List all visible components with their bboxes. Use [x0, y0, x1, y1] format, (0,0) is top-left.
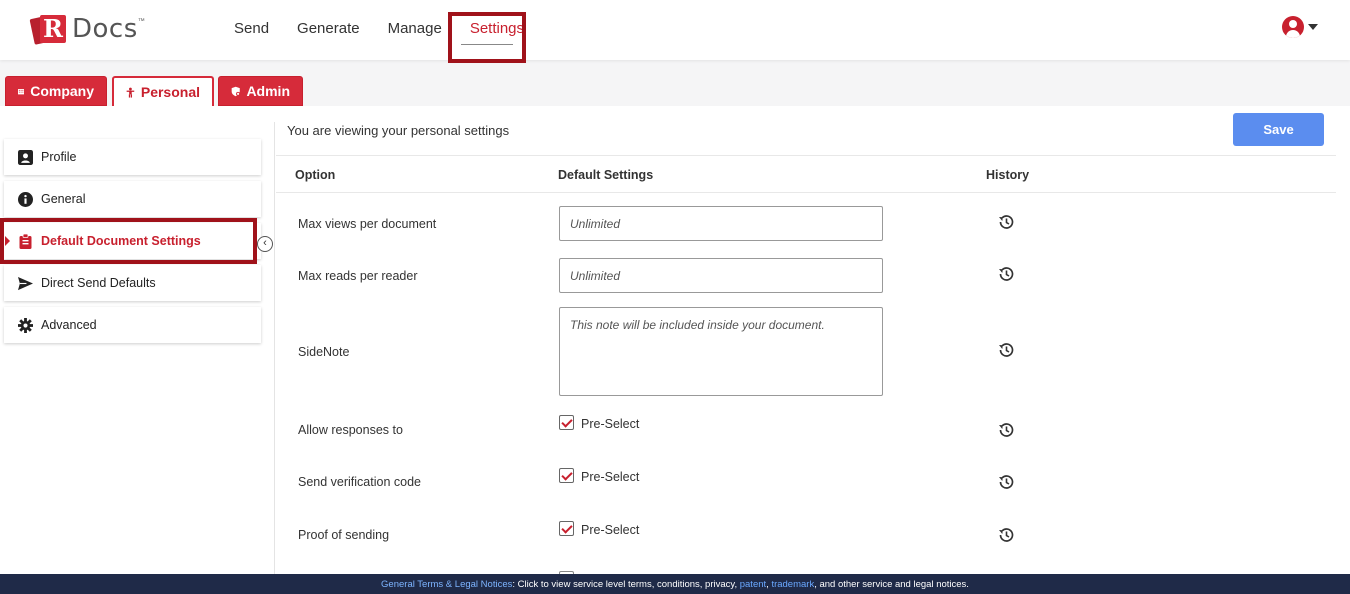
footer-text-end: , and other service and legal notices.: [814, 579, 969, 590]
option-label-allow-responses: Allow responses to: [298, 423, 403, 437]
legal-notices-link[interactable]: General Terms & Legal Notices: [381, 579, 512, 590]
legal-footer: General Terms & Legal Notices: Click to …: [0, 574, 1350, 594]
column-header-option: Option: [295, 168, 336, 182]
option-label-sidenote: SideNote: [298, 345, 350, 359]
table-header-divider: [276, 192, 1336, 193]
sidebar-item-general[interactable]: General: [4, 181, 261, 217]
header-divider: [276, 155, 1336, 156]
person-icon: [126, 87, 135, 98]
paper-plane-icon: [18, 276, 33, 290]
preselect-label: Pre-Select: [581, 470, 640, 484]
tab-company-label: Company: [30, 83, 94, 99]
history-icon[interactable]: [997, 473, 1015, 491]
tab-admin[interactable]: Admin: [218, 76, 303, 106]
sidebar-item-label: Default Document Settings: [41, 234, 201, 248]
logo-text: Docs: [72, 14, 138, 44]
logo-trademark: ™: [137, 18, 145, 25]
trademark-link[interactable]: trademark: [771, 579, 814, 590]
option-label-send-verification: Send verification code: [298, 475, 421, 489]
nav-manage[interactable]: Manage: [374, 0, 456, 60]
proof-of-sending-checkbox[interactable]: [559, 521, 574, 536]
allow-responses-checkbox[interactable]: [559, 415, 574, 430]
clipboard-icon: [19, 233, 32, 249]
save-button[interactable]: Save: [1233, 113, 1324, 146]
sidebar-item-label: Profile: [41, 150, 77, 164]
rdocs-logo[interactable]: R Docs ™: [29, 12, 145, 46]
preselect-label: Pre-Select: [581, 417, 640, 431]
gear-icon: [18, 317, 33, 333]
active-item-marker: [5, 236, 10, 246]
sidebar-item-label: General: [41, 192, 86, 206]
tab-personal-label: Personal: [140, 84, 200, 100]
id-card-icon: [18, 149, 33, 165]
tab-personal[interactable]: Personal: [112, 76, 214, 106]
max-reads-input[interactable]: [559, 258, 883, 293]
sidebar-item-direct-send-defaults[interactable]: Direct Send Defaults: [4, 265, 261, 301]
history-icon[interactable]: [997, 213, 1015, 231]
sidebar-item-advanced[interactable]: Advanced: [4, 307, 261, 343]
send-verification-checkbox[interactable]: [559, 468, 574, 483]
nav-send[interactable]: Send: [220, 0, 283, 60]
tab-company[interactable]: Company: [5, 76, 107, 106]
tab-admin-label: Admin: [246, 83, 290, 99]
option-label-max-reads: Max reads per reader: [298, 269, 418, 283]
sidebar-item-profile[interactable]: Profile: [4, 139, 261, 175]
patent-link[interactable]: patent: [740, 579, 766, 590]
collapse-sidebar-icon[interactable]: ‹: [257, 236, 273, 252]
sidebar-item-label: Advanced: [41, 318, 97, 332]
history-icon[interactable]: [997, 265, 1015, 283]
history-icon[interactable]: [997, 526, 1015, 544]
column-header-history: History: [986, 168, 1030, 182]
top-bar: R Docs ™ Send Generate Manage Settings: [0, 0, 1350, 60]
footer-text: : Click to view service level terms, con…: [512, 579, 740, 590]
sidebar-item-label: Direct Send Defaults: [41, 276, 156, 290]
column-header-default-settings: Default Settings: [558, 168, 654, 182]
sidebar-divider: [274, 122, 275, 574]
user-menu[interactable]: [1282, 16, 1318, 38]
viewing-context-text: You are viewing your personal settings: [287, 123, 510, 138]
info-icon: [18, 191, 33, 207]
max-views-input[interactable]: [559, 206, 883, 241]
user-circle-icon: [1282, 16, 1304, 38]
sidebar-item-default-document-settings[interactable]: Default Document Settings: [4, 223, 261, 259]
caret-down-icon: [1308, 24, 1318, 30]
shield-icon: [231, 86, 241, 96]
option-label-proof-of-sending: Proof of sending: [298, 528, 390, 542]
settings-highlight-box: [448, 12, 526, 63]
sidenote-textarea[interactable]: [559, 307, 883, 396]
nav-generate[interactable]: Generate: [283, 0, 374, 60]
history-icon[interactable]: [997, 421, 1015, 439]
logo-mark: R: [29, 13, 70, 45]
option-label-max-views: Max views per document: [298, 217, 437, 231]
history-icon[interactable]: [997, 341, 1015, 359]
building-icon: [18, 88, 25, 94]
preselect-label: Pre-Select: [581, 523, 640, 537]
